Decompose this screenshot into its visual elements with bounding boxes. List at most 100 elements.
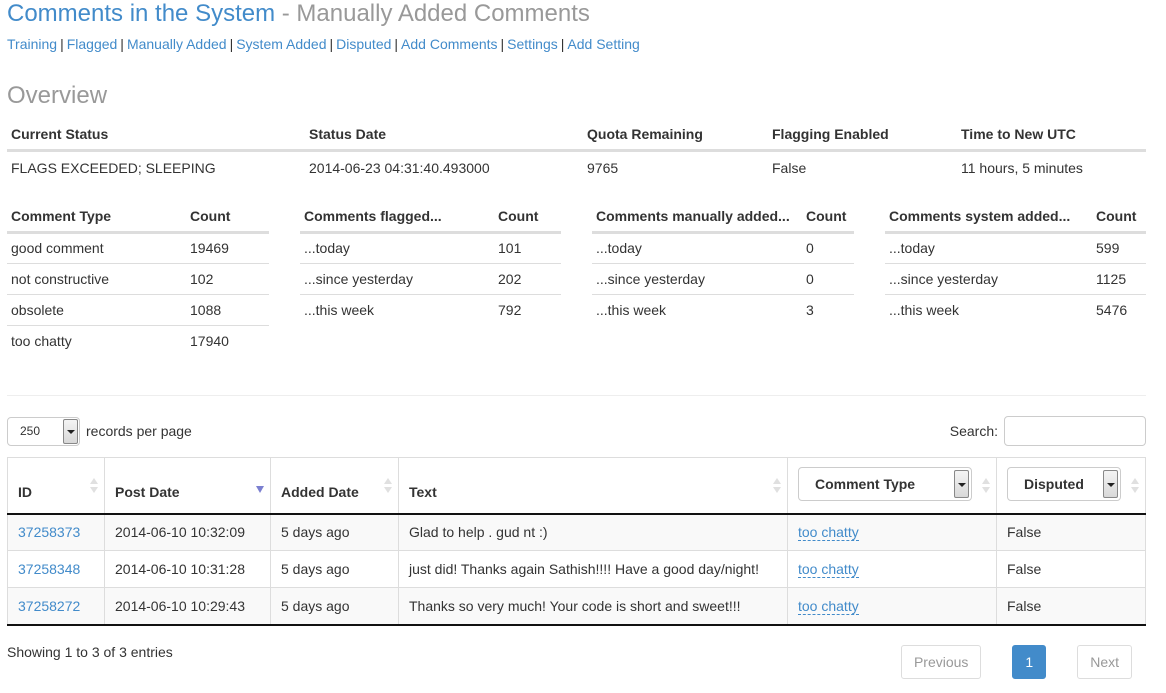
sort-icon [1131, 478, 1139, 494]
search-input[interactable] [1004, 416, 1146, 446]
nav-link-training[interactable]: Training [7, 36, 57, 52]
stat-label: ...this week [300, 293, 494, 325]
comment-id-link[interactable]: 37258348 [18, 561, 80, 577]
post-date-cell: 2014-06-10 10:29:43 [104, 587, 271, 626]
stat-count: 5476 [1092, 293, 1146, 325]
comment-id-link[interactable]: 37258272 [18, 598, 80, 614]
stat-label: ...this week [592, 293, 802, 325]
previous-button[interactable]: Previous [900, 645, 982, 679]
nav-link-manually-added[interactable]: Manually Added [127, 36, 227, 52]
column-header-label: Added Date [281, 484, 359, 501]
stat-label: obsolete [7, 293, 186, 325]
stat-row: ...this week 792 [300, 293, 561, 325]
search-label: Search: [949, 423, 998, 439]
column-header-text[interactable]: Text [398, 457, 788, 515]
stat-count: 17940 [186, 324, 269, 356]
stat-header: Count [1092, 199, 1146, 234]
status-flagging: False [772, 159, 807, 176]
nav-separator: | [560, 36, 565, 52]
disputed-filter-value: Disputed [1024, 476, 1084, 493]
stat-count: 0 [806, 240, 814, 256]
text-cell: Thanks so very much! Your code is short … [398, 587, 788, 626]
stat-count: 19469 [190, 240, 229, 256]
stat-row: ...since yesterday 1125 [885, 262, 1146, 294]
comments-table: ID Post Date Added Date Text Comment Typ… [7, 457, 1146, 626]
comment-type-filter-select[interactable]: Comment Type [798, 467, 972, 502]
nav-link-add-comments[interactable]: Add Comments [401, 36, 497, 52]
manually-added-table: Comments manually added... Count ...today… [592, 199, 854, 325]
nav-link-disputed[interactable]: Disputed [336, 36, 391, 52]
column-header-label: Post Date [115, 484, 180, 501]
chevron-down-icon[interactable] [1103, 470, 1118, 499]
nav-separator: | [500, 36, 505, 52]
stat-label: ...today [304, 240, 350, 256]
nav-links: Training | Flagged | Manually Added | System A… [7, 36, 640, 52]
stat-row: too chatty 17940 [7, 324, 269, 356]
divider [7, 395, 1146, 396]
stat-row: ...this week 5476 [885, 293, 1146, 325]
status-time-to-utc: 11 hours, 5 minutes [961, 159, 1083, 176]
pagination: Previous 1 Next [870, 645, 1132, 679]
nav-link-add-setting[interactable]: Add Setting [567, 36, 639, 52]
status-quota: 9765 [587, 159, 619, 176]
page-button-current[interactable]: 1 [1012, 645, 1047, 679]
comment-type-editable[interactable]: too chatty [798, 561, 859, 578]
column-header-added-date[interactable]: Added Date [270, 457, 399, 515]
stat-header: Comments manually added... [592, 199, 802, 234]
table-info: Showing 1 to 3 of 3 entries [7, 644, 173, 660]
status-current-status: FLAGS EXCEEDED; SLEEPING [11, 159, 216, 176]
nav-link-settings[interactable]: Settings [507, 36, 558, 52]
stat-header: Comment Type [7, 199, 186, 234]
nav-separator: | [329, 36, 334, 52]
status-header-status-date: Status Date [305, 117, 583, 152]
status-header-quota: Quota Remaining [583, 117, 768, 152]
stat-count: 1125 [1092, 262, 1146, 294]
stat-label: ...today [596, 240, 642, 256]
comment-type-editable[interactable]: too chatty [798, 524, 859, 542]
status-header-flagging: Flagging Enabled [768, 117, 957, 152]
stat-label: ...since yesterday [300, 262, 494, 294]
stat-count: 102 [186, 262, 269, 294]
status-header-current-status: Current Status [7, 117, 305, 152]
column-header-comment-type[interactable]: Comment Type [787, 457, 997, 515]
page-title-main: Comments in the System [7, 0, 276, 27]
stat-label: not constructive [7, 262, 186, 294]
column-header-id[interactable]: ID [7, 457, 105, 515]
status-date: 2014-06-23 04:31:40.493000 [309, 159, 490, 176]
page-length-select[interactable]: 250 [7, 416, 80, 446]
nav-link-system-added[interactable]: System Added [236, 36, 326, 52]
stat-row: obsolete 1088 [7, 293, 269, 325]
sort-icon [90, 478, 98, 494]
chevron-down-icon[interactable] [954, 470, 969, 499]
stat-count: 1088 [186, 293, 269, 325]
overview-heading: Overview [7, 82, 108, 109]
sort-icon [982, 478, 990, 494]
page-title: Comments in the System - Manually Added … [7, 0, 590, 28]
stat-row: ...today 101 [300, 232, 561, 263]
stat-header: Count [186, 199, 269, 234]
column-header-label: Text [409, 484, 437, 501]
stat-count: 3 [802, 293, 854, 325]
column-header-post-date[interactable]: Post Date [104, 457, 271, 515]
stat-header: Comments system added... [885, 199, 1092, 234]
status-table: Current Status Status Date Quota Remaini… [7, 117, 1146, 184]
stat-label: ...today [889, 240, 935, 256]
stat-row: ...today 0 [592, 232, 854, 263]
comment-type-editable[interactable]: too chatty [798, 597, 859, 615]
column-header-disputed[interactable]: Disputed [996, 457, 1146, 515]
comment-id-link[interactable]: 37258373 [18, 524, 80, 540]
page-length-label: records per page [86, 423, 192, 439]
column-header-label: ID [18, 484, 32, 501]
comment-type-table: Comment Type Count good comment 19469 not … [7, 199, 269, 356]
added-date-cell: 5 days ago [270, 513, 399, 551]
post-date-cell: 2014-06-10 10:32:09 [104, 513, 271, 551]
disputed-filter-select[interactable]: Disputed [1007, 467, 1121, 502]
page-subtitle: Manually Added Comments [296, 0, 590, 27]
text-cell: just did! Thanks again Sathish!!!! Have … [398, 550, 788, 588]
chevron-down-icon[interactable] [63, 418, 78, 444]
stat-count: 0 [802, 262, 854, 294]
stat-label: ...since yesterday [592, 262, 802, 294]
nav-link-flagged[interactable]: Flagged [67, 36, 118, 52]
status-header-time-to-utc: Time to New UTC [957, 117, 1146, 152]
next-button[interactable]: Next [1077, 645, 1132, 679]
